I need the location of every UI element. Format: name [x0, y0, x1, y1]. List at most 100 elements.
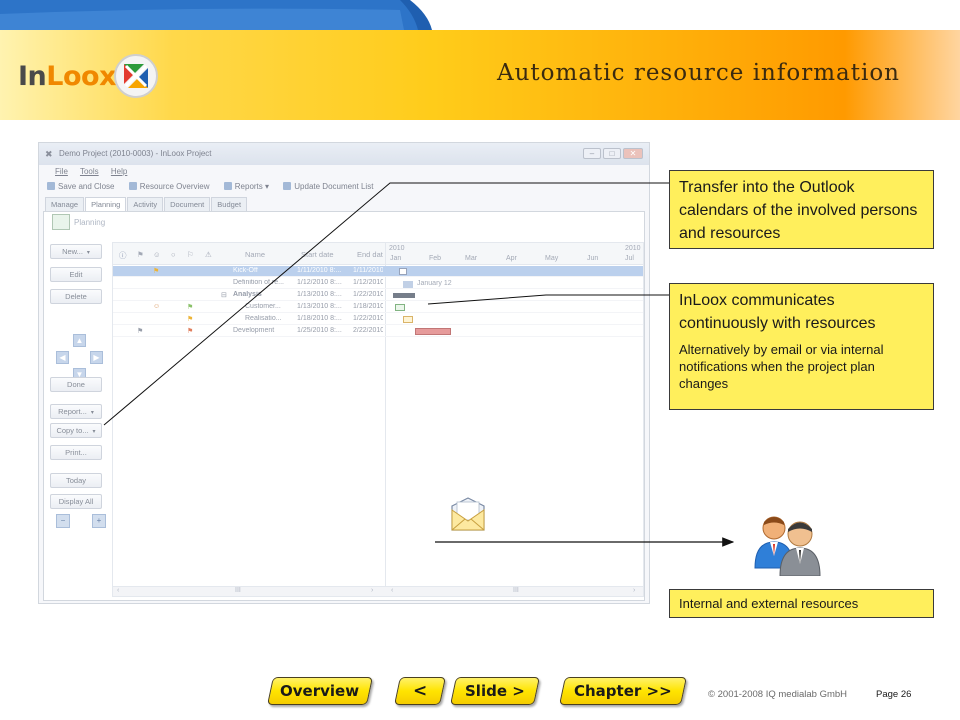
end-date-column-header[interactable]: End dat [357, 250, 383, 259]
done-button[interactable]: Done [50, 377, 102, 392]
inloox-logo: InLoox [18, 53, 168, 99]
blue-swoosh-decoration [0, 0, 432, 30]
task-end: 1/11/2010 [353, 267, 383, 274]
menu-tools[interactable]: Tools [80, 167, 99, 176]
reports-button[interactable]: Reports ▾ [223, 182, 269, 191]
start-date-column-header[interactable]: Start date [301, 250, 334, 259]
menu-help[interactable]: Help [111, 167, 127, 176]
pin-icon: ⚑ [137, 328, 144, 335]
task-name: Analysis [233, 291, 262, 298]
table-row[interactable]: ⚑ Kick-Off 1/11/2010 8:... 1/11/2010 [113, 266, 643, 277]
timeline-month: Jul [625, 255, 634, 262]
slide-title: Automatic resource information [497, 60, 900, 86]
slide: InLoox Automatic resource information ✖ … [0, 0, 960, 720]
move-right-icon[interactable]: ▶ [90, 351, 103, 364]
window-titlebar: ✖ Demo Project (2010-0003) - InLoox Proj… [39, 143, 649, 165]
table-row[interactable]: ⚑ Realisatio... 1/18/2010 8:... 1/22/201… [113, 314, 643, 325]
table-row[interactable]: ⊟ Analysis 1/13/2010 8:... 1/22/2010 [113, 290, 643, 301]
timeline-month: Jan [390, 255, 402, 262]
window-tabs: Manage Planning Activity Document Budget [45, 197, 248, 211]
gantt-bar[interactable] [403, 316, 413, 323]
task-start: 1/12/2010 8:... [297, 279, 342, 286]
outlook-transfer-callout: Transfer into the Outlook calendars of t… [669, 170, 934, 249]
print-button[interactable]: Print... [50, 445, 102, 460]
task-end: 1/12/2010 [353, 279, 383, 286]
save-and-close-button[interactable]: Save and Close [47, 182, 114, 191]
link-column-icon: ○ [171, 250, 176, 259]
zoom-in-icon[interactable]: + [92, 514, 106, 528]
update-document-list-button[interactable]: Update Document List [283, 182, 373, 191]
display-all-button[interactable]: Display All [50, 494, 102, 509]
milestone-icon: ⚑ [153, 268, 160, 275]
maximize-icon[interactable]: □ [603, 148, 621, 159]
gantt-bar[interactable] [415, 328, 451, 335]
copy-to-button[interactable]: Copy to... ▾ [50, 423, 102, 438]
flag-icon: ⚑ [187, 316, 194, 323]
planning-label: Planning [74, 218, 106, 227]
zoom-controls: − + [56, 514, 106, 530]
collapse-icon[interactable]: ⊟ [221, 291, 227, 299]
next-chapter-button[interactable]: Chapter >> [559, 677, 687, 705]
overview-button[interactable]: Overview [267, 677, 373, 705]
resource-overview-button[interactable]: Resource Overview [128, 182, 210, 191]
tab-activity[interactable]: Activity [127, 197, 164, 211]
window-controls: – □ ✕ [581, 148, 643, 160]
task-name: Development [233, 327, 275, 334]
edit-button[interactable]: Edit [50, 267, 102, 282]
menu-file[interactable]: File [55, 167, 68, 176]
name-column-header[interactable]: Name [245, 250, 265, 259]
previous-slide-button[interactable]: < [394, 677, 446, 705]
table-row[interactable]: ☺ ⚑ Customer... 1/13/2010 8:... 1/18/201… [113, 302, 643, 313]
resources-callout: Internal and external resources [669, 589, 934, 618]
today-button[interactable]: Today [50, 473, 102, 488]
timeline-year: 2010 [625, 245, 641, 252]
horizontal-scrollbar[interactable]: ‹ III › ‹ III › [113, 586, 643, 596]
planning-header: Planning [52, 214, 106, 230]
flag-column-icon: ⚐ [187, 250, 194, 259]
task-start: 1/13/2010 8:... [297, 291, 342, 298]
copyright-notice: © 2001-2008 IQ medialab GmbH [708, 689, 848, 700]
communication-detail: Alternatively by email or via internal n… [679, 342, 884, 391]
tab-planning[interactable]: Planning [85, 197, 127, 211]
people-resources-icon [754, 516, 821, 576]
task-start: 1/18/2010 8:... [297, 315, 342, 322]
delete-button[interactable]: Delete [50, 289, 102, 304]
next-slide-button[interactable]: Slide > [450, 677, 540, 705]
timeline-month: Mar [465, 255, 478, 262]
gantt-milestone[interactable] [399, 268, 407, 275]
table-row[interactable]: Definition of re... 1/12/2010 8:... 1/12… [113, 278, 643, 289]
person-column-icon: ☺ [153, 250, 161, 259]
move-left-icon[interactable]: ◀ [56, 351, 69, 364]
communication-headline: InLoox communicates continuously with re… [679, 292, 876, 332]
close-icon[interactable]: ✕ [623, 148, 643, 159]
info-column-icon: ⓘ [119, 251, 127, 260]
page-number: Page 26 [876, 689, 912, 700]
report-button[interactable]: Report... ▾ [50, 404, 102, 419]
gantt-bar[interactable] [395, 304, 405, 311]
gantt-milestone-label: January 12 [417, 280, 452, 287]
table-row[interactable]: ⚑ ⚑ Development 1/25/2010 8:... 2/22/201… [113, 326, 643, 337]
minimize-icon[interactable]: – [583, 148, 601, 159]
tab-manage[interactable]: Manage [45, 197, 85, 211]
task-name: Customer... [245, 303, 281, 310]
communication-callout: InLoox communicates continuously with re… [669, 283, 934, 410]
task-end: 1/22/2010 [353, 315, 383, 322]
inloox-x-logo-icon [114, 54, 158, 98]
tab-document[interactable]: Document [164, 197, 211, 211]
move-up-icon[interactable]: ▲ [73, 334, 86, 347]
gantt-bar[interactable] [403, 281, 413, 288]
refresh-icon [283, 182, 292, 190]
zoom-out-icon[interactable]: − [56, 514, 70, 528]
timeline-month: Feb [429, 255, 442, 262]
resource-icon [128, 182, 137, 190]
new-button[interactable]: New... ▾ [50, 244, 102, 259]
task-start: 1/11/2010 8:... [297, 267, 342, 274]
gantt-summary-bar[interactable] [393, 293, 415, 298]
report-icon [223, 182, 232, 190]
task-name: Realisatio... [245, 315, 282, 322]
app-icon: ✖ [45, 149, 53, 159]
task-end: 2/22/2010 [353, 327, 383, 334]
tab-budget[interactable]: Budget [211, 197, 248, 211]
window-toolbar: Save and Close Resource Overview Reports… [39, 179, 649, 196]
planning-panel: Planning New... ▾ Edit Delete ▲ ◀ ▶ ▼ Don… [43, 211, 645, 601]
